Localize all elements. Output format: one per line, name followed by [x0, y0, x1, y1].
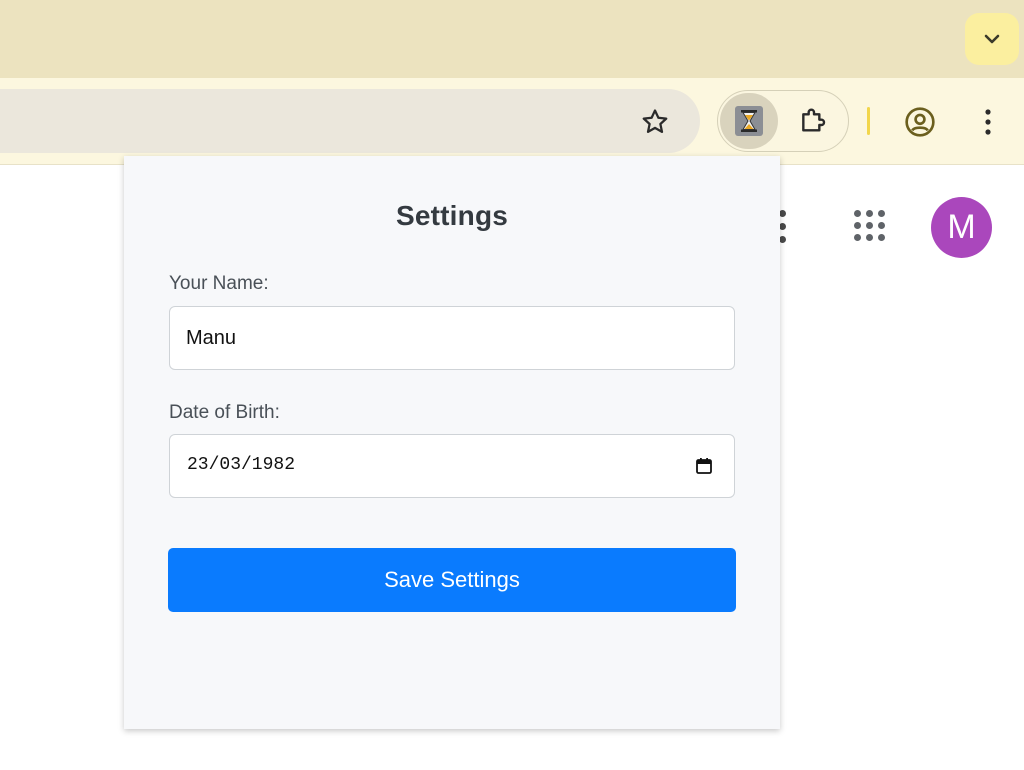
toolbar-divider: [867, 107, 870, 135]
avatar[interactable]: M: [931, 197, 992, 258]
name-input[interactable]: [169, 306, 735, 370]
dob-value: 23/03/1982: [187, 455, 296, 475]
dot: [878, 210, 885, 217]
calendar-icon: [696, 458, 712, 474]
apps-grid-icon[interactable]: [854, 210, 888, 244]
dob-input[interactable]: 23/03/1982: [169, 434, 735, 498]
dot: [779, 236, 786, 243]
dot: [878, 234, 885, 241]
extensions-group: [717, 90, 849, 152]
hourglass-icon: [741, 110, 757, 132]
save-settings-button[interactable]: Save Settings: [168, 548, 736, 612]
dot: [854, 222, 861, 229]
vertical-dots-icon: [985, 109, 991, 135]
popup-title: Settings: [395, 200, 509, 231]
dot: [878, 222, 885, 229]
dot: [854, 234, 861, 241]
dot: [779, 210, 786, 217]
dot: [854, 210, 861, 217]
profile-button[interactable]: [898, 100, 942, 144]
tab-search-button[interactable]: [965, 13, 1019, 65]
tab-strip: [0, 0, 1024, 78]
browser-toolbar: [0, 78, 1024, 165]
calendar-button[interactable]: [692, 454, 716, 478]
bookmark-button[interactable]: [633, 100, 677, 144]
dot: [866, 210, 873, 217]
account-circle-icon: [905, 107, 935, 137]
chevron-down-icon: [984, 34, 1000, 44]
dot: [866, 234, 873, 241]
name-label: Your Name:: [169, 273, 269, 294]
dot: [779, 223, 786, 230]
puzzle-icon: [802, 108, 826, 132]
star-icon: [642, 109, 668, 133]
dot: [866, 222, 873, 229]
active-extension-button[interactable]: [720, 93, 778, 149]
extension-popup: Settings Your Name: Date of Birth: 23/03…: [124, 156, 780, 729]
address-bar[interactable]: [0, 89, 700, 153]
dob-label: Date of Birth:: [169, 402, 280, 423]
extension-logo: [735, 106, 763, 136]
browser-menu-button[interactable]: [966, 100, 1010, 144]
extensions-menu-button[interactable]: [792, 99, 836, 143]
